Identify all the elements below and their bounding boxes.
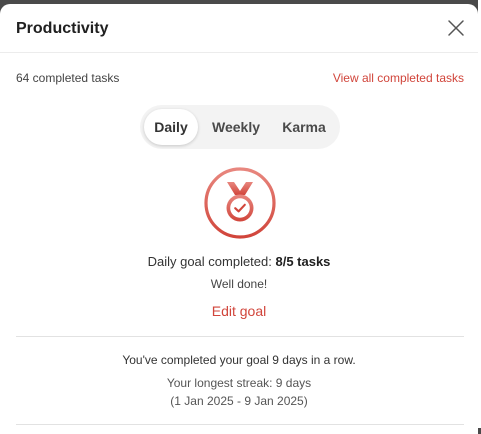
divider	[16, 424, 464, 425]
goal-message: Well done!	[210, 277, 268, 291]
tab-daily[interactable]: Daily	[144, 109, 198, 145]
tab-weekly[interactable]: Weekly	[204, 109, 268, 145]
goal-label: Daily goal completed:	[147, 254, 276, 269]
completed-count: 64 completed tasks	[16, 71, 120, 85]
dialog-title: Productivity	[16, 20, 109, 37]
longest-streak-text: Your longest streak: 9 days	[166, 376, 312, 390]
medal-check-icon	[204, 167, 276, 239]
tab-karma[interactable]: Karma	[276, 109, 332, 145]
close-icon	[448, 20, 464, 36]
divider	[16, 336, 464, 337]
longest-streak-range: (1 Jan 2025 - 9 Jan 2025)	[170, 394, 308, 408]
goal-value: 8/5 tasks	[275, 254, 331, 269]
close-button[interactable]	[444, 16, 468, 40]
goal-medal	[203, 166, 277, 240]
current-streak-text: You've completed your goal 9 days in a r…	[122, 353, 356, 367]
summary-row: 64 completed tasks View all completed ta…	[16, 71, 464, 87]
period-tabs: Daily Weekly Karma	[140, 105, 340, 149]
productivity-dialog: Productivity 64 completed tasks View all…	[0, 4, 478, 434]
dialog-header: Productivity	[0, 4, 478, 53]
daily-goal-status: Daily goal completed: 8/5 tasks	[0, 254, 478, 269]
view-all-completed-link[interactable]: View all completed tasks	[333, 71, 464, 85]
edit-goal-link[interactable]: Edit goal	[212, 303, 266, 319]
edit-goal-row: Edit goal	[0, 303, 478, 319]
